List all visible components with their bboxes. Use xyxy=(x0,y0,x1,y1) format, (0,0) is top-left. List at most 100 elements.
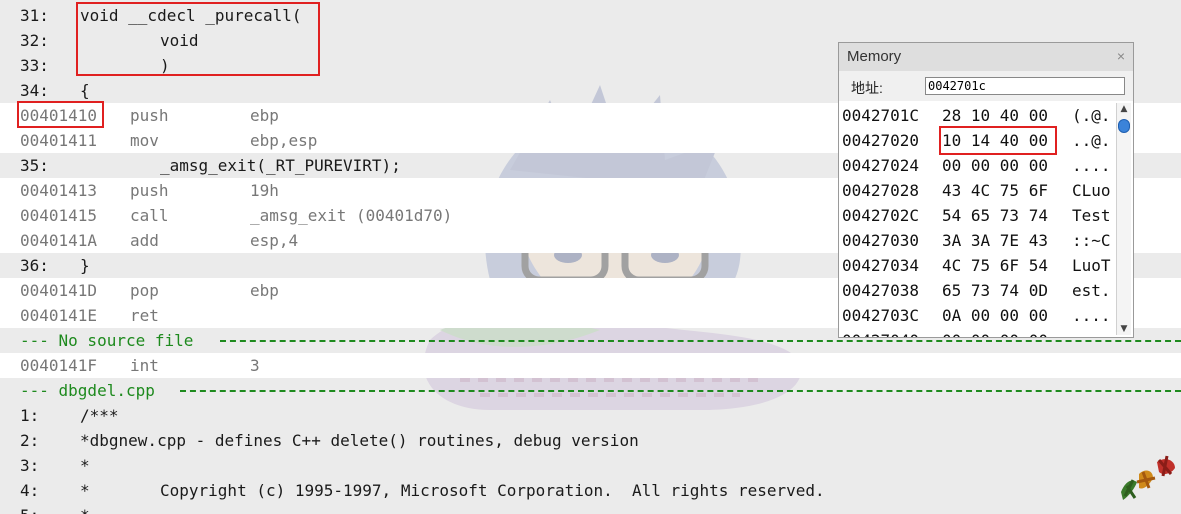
line-number: 1: xyxy=(20,406,40,425)
scroll-down-icon[interactable]: ▼ xyxy=(1118,323,1130,335)
asm-address: 0040141F xyxy=(20,356,98,375)
memory-ascii: est. xyxy=(1072,281,1111,300)
memory-address: 00427030 xyxy=(842,231,920,250)
memory-address-bar: 地址: 0042701c xyxy=(839,71,1133,101)
asm-mnemonic: pop xyxy=(130,281,159,300)
line-number: 4: xyxy=(20,481,40,500)
memory-address: 00427034 xyxy=(842,256,920,275)
memory-titlebar[interactable]: Memory × xyxy=(839,43,1133,71)
source-text: { xyxy=(80,81,90,100)
memory-ascii: Test xyxy=(1072,206,1111,225)
line-number: 34: xyxy=(20,81,49,100)
asm-operand: ebp xyxy=(250,281,279,300)
source-text: } xyxy=(80,256,90,275)
memory-row[interactable]: 00427020 10 14 40 00 ..@. xyxy=(839,128,1119,153)
source-text: *dbgnew.cpp - defines C++ delete() routi… xyxy=(80,431,639,450)
line-number: 3: xyxy=(20,456,40,475)
memory-bytes: 00 00 00 00 xyxy=(942,328,1048,337)
memory-row[interactable]: 00427040 00 00 00 00.... xyxy=(839,328,1119,337)
source-text: * xyxy=(80,481,90,500)
copyright-text: Copyright (c) 1995-1997, Microsoft Corpo… xyxy=(160,481,825,500)
separator-label: --- No source file xyxy=(20,331,194,350)
scroll-up-icon[interactable]: ▲ xyxy=(1118,103,1130,115)
memory-title: Memory xyxy=(847,48,902,65)
source-line[interactable]: 2: *dbgnew.cpp - defines C++ delete() ro… xyxy=(0,428,1181,453)
scroll-thumb[interactable] xyxy=(1118,119,1130,133)
memory-row[interactable]: 00427038 65 73 74 0D est. xyxy=(839,278,1119,303)
memory-ascii: .... xyxy=(1072,328,1111,337)
memory-scrollbar[interactable]: ▲ ▼ xyxy=(1116,103,1131,335)
memory-address: 00427038 xyxy=(842,281,920,300)
memory-row[interactable]: 0042702C 54 65 73 74 Test xyxy=(839,203,1119,228)
source-text: * xyxy=(80,456,90,475)
memory-rows[interactable]: 0042701C 28 10 40 00 (.@. 00427020 10 14 40 … xyxy=(839,103,1119,337)
separator-label: --- dbgdel.cpp xyxy=(20,381,155,400)
asm-address: 00401411 xyxy=(20,131,98,150)
source-line[interactable]: 4: * Copyright (c) 1995-1997, Microsoft … xyxy=(0,478,1181,503)
memory-row[interactable]: 0042703C 0A 00 00 00.... xyxy=(839,303,1119,328)
source-text: void __cdecl _purecall( xyxy=(80,6,302,25)
asm-mnemonic: add xyxy=(130,231,159,250)
source-text: * xyxy=(80,503,90,514)
memory-ascii: LuoT xyxy=(1072,256,1111,275)
source-line[interactable]: 5: * xyxy=(0,503,1181,514)
memory-ascii: ..@. xyxy=(1072,131,1111,150)
asm-mnemonic: call xyxy=(130,206,169,225)
asm-operand: 3 xyxy=(250,356,260,375)
asm-address: 00401410 xyxy=(20,106,98,125)
asm-mnemonic: ret xyxy=(130,306,159,325)
memory-row[interactable]: 00427030 3A 3A 7E 43::~C xyxy=(839,228,1119,253)
line-number: 35: xyxy=(20,156,49,175)
asm-operand: ebp xyxy=(250,106,279,125)
memory-address: 0042701C xyxy=(842,106,920,125)
source-line[interactable]: 1: /*** xyxy=(0,403,1181,428)
calligraphy-logo xyxy=(1121,455,1175,500)
source-text: _amsg_exit(_RT_PUREVIRT); xyxy=(160,156,401,175)
memory-bytes: 54 65 73 74 xyxy=(942,206,1048,225)
line-number: 31: xyxy=(20,6,49,25)
memory-ascii: .... xyxy=(1072,306,1111,325)
memory-row[interactable]: 00427028 43 4C 75 6F CLuo xyxy=(839,178,1119,203)
memory-row[interactable]: 00427034 4C 75 6F 54 LuoT xyxy=(839,253,1119,278)
line-number: 5: xyxy=(20,503,39,514)
memory-ascii: (.@. xyxy=(1072,106,1111,125)
memory-ascii: ::~C xyxy=(1072,231,1111,250)
memory-bytes: 00 00 00 00 xyxy=(942,156,1048,175)
asm-operand: esp,4 xyxy=(250,231,299,250)
asm-address: 00401413 xyxy=(20,181,98,200)
asm-operand: _amsg_exit (00401d70) xyxy=(250,206,453,225)
memory-address: 0042702C xyxy=(842,206,920,225)
memory-ascii: CLuo xyxy=(1072,181,1111,200)
source-text: /*** xyxy=(80,406,119,425)
asm-operand: ebp,esp xyxy=(250,131,318,150)
separator-dashes xyxy=(180,390,1181,392)
asm-address: 0040141A xyxy=(20,231,98,250)
address-input[interactable]: 0042701c xyxy=(925,77,1125,95)
memory-bytes: 0A 00 00 00 xyxy=(942,306,1048,325)
source-text: ) xyxy=(160,56,170,75)
memory-row[interactable]: 0042701C 28 10 40 00 (.@. xyxy=(839,103,1119,128)
memory-bytes: 28 10 40 00 xyxy=(942,106,1048,125)
asm-mnemonic: int xyxy=(130,356,159,375)
memory-window[interactable]: Memory × 地址: 0042701c 0042701C 28 10 40 0… xyxy=(838,42,1134,338)
asm-mnemonic: push xyxy=(130,106,169,125)
memory-bytes: 43 4C 75 6F xyxy=(942,181,1048,200)
debugger-view: 31: void __cdecl _purecall( 32: void 33:… xyxy=(0,0,1181,514)
close-icon[interactable]: × xyxy=(1117,48,1125,64)
asm-mnemonic: mov xyxy=(130,131,159,150)
source-line[interactable]: 31: void __cdecl _purecall( xyxy=(0,3,1181,28)
line-number: 32: xyxy=(20,31,49,50)
asm-address: 0040141E xyxy=(20,306,98,325)
asm-operand: 19h xyxy=(250,181,279,200)
memory-address: 00427028 xyxy=(842,181,920,200)
memory-bytes: 65 73 74 0D xyxy=(942,281,1048,300)
memory-row[interactable]: 00427024 00 00 00 00.... xyxy=(839,153,1119,178)
memory-bytes: 4C 75 6F 54 xyxy=(942,256,1048,275)
asm-line[interactable]: 0040141F int 3 xyxy=(0,353,1181,378)
memory-address: 0042703C xyxy=(842,306,920,325)
source-line[interactable]: 3: * xyxy=(0,453,1181,478)
memory-address: 00427040 xyxy=(842,328,919,337)
address-label: 地址: xyxy=(851,80,883,96)
asm-address: 0040141D xyxy=(20,281,98,300)
separator-dashes xyxy=(220,340,1181,342)
